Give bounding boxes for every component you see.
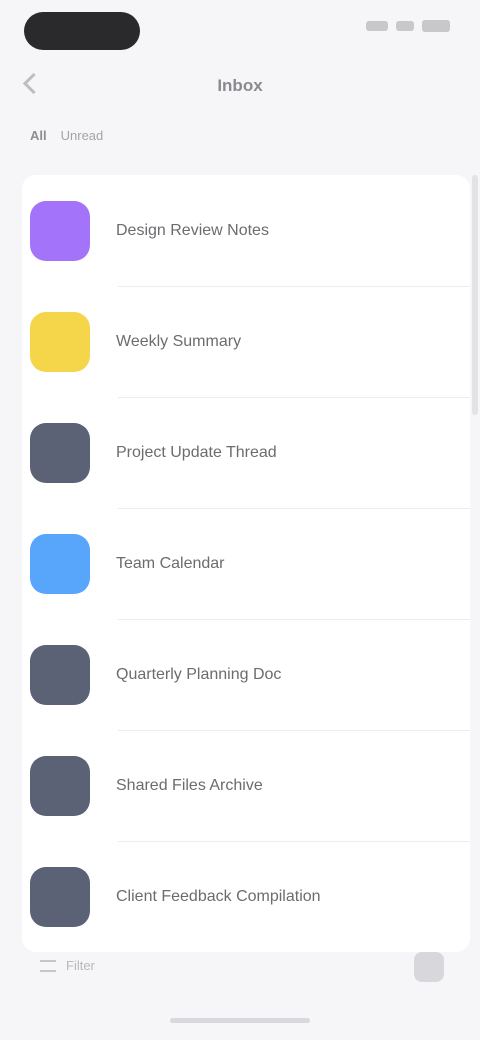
list-item-label: Weekly Summary <box>116 332 242 350</box>
compose-icon[interactable] <box>414 952 444 982</box>
cellular-signal-icon <box>366 21 388 31</box>
app-tile-icon <box>30 533 90 594</box>
app-tile-icon <box>30 866 90 927</box>
list-item-label: Shared Files Archive <box>116 776 263 794</box>
list-item-label: Team Calendar <box>116 554 225 572</box>
app-screen: Inbox All Unread Design Review Notes Week… <box>0 0 480 1040</box>
list-item-label: Quarterly Planning Doc <box>116 665 282 683</box>
list-item[interactable]: Shared Files Archive <box>22 730 470 841</box>
section-tab-unread[interactable]: Unread <box>61 128 104 143</box>
list-item[interactable]: Weekly Summary <box>22 286 470 397</box>
app-tile-icon <box>30 644 90 705</box>
list-item[interactable]: Design Review Notes <box>22 175 470 286</box>
list-item[interactable]: Client Feedback Compilation <box>22 841 470 952</box>
wifi-icon <box>396 21 414 31</box>
list-item[interactable]: Quarterly Planning Doc <box>22 619 470 730</box>
home-indicator <box>170 1018 310 1023</box>
app-tile-icon <box>30 422 90 483</box>
app-tile-icon <box>30 755 90 816</box>
app-tile-icon <box>30 311 90 372</box>
list-card: Design Review Notes Weekly Summary Project… <box>22 175 470 952</box>
list-item[interactable]: Project Update Thread <box>22 397 470 508</box>
list-item-label: Project Update Thread <box>116 443 277 461</box>
status-icons <box>366 20 450 32</box>
dynamic-island <box>24 12 140 50</box>
list-item-label: Client Feedback Compilation <box>116 887 321 905</box>
navigation-bar: Inbox <box>0 66 480 110</box>
scroll-indicator[interactable] <box>472 175 478 415</box>
list-item-label: Design Review Notes <box>116 221 269 239</box>
app-tile-icon <box>30 200 90 261</box>
section-tab-all[interactable]: All <box>30 128 47 143</box>
list-item[interactable]: Team Calendar <box>22 508 470 619</box>
filter-label: Filter <box>66 958 95 973</box>
page-title: Inbox <box>217 76 263 95</box>
bottom-toolbar: Filter <box>0 944 480 994</box>
section-header: All Unread <box>30 128 103 143</box>
status-bar <box>0 0 480 60</box>
battery-icon <box>422 20 450 32</box>
filter-icon <box>40 959 56 972</box>
filter-button[interactable]: Filter <box>40 958 95 973</box>
